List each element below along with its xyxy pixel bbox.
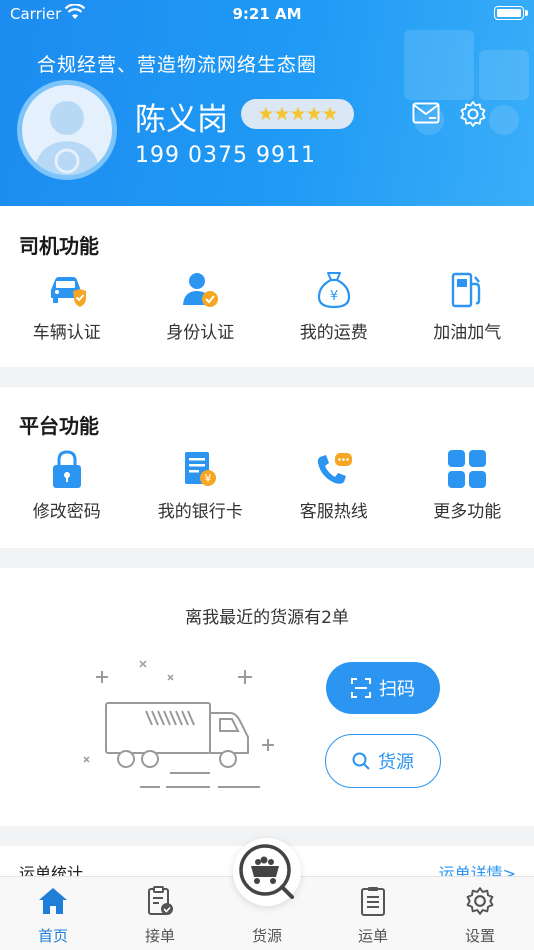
identity-verify-icon <box>183 273 219 307</box>
vehicle-verify-button[interactable]: 车辆认证 <box>0 268 134 343</box>
phone-chat-icon <box>317 453 352 484</box>
clock: 9:21 AM <box>232 5 302 23</box>
tab-settings-label: 设置 <box>464 927 495 945</box>
car-verify-icon <box>50 277 86 307</box>
tab-accept-order[interactable]: 接单 <box>125 885 195 946</box>
tab-home[interactable]: 首页 <box>18 885 88 946</box>
platform-functions-row: 修改密码 ¥ 我的银行卡 客服热线 更多功能 <box>0 447 534 522</box>
cargo-source-center-button[interactable] <box>233 838 301 906</box>
more-functions-label: 更多功能 <box>433 502 502 522</box>
vehicle-verify-label: 车辆认证 <box>32 323 101 343</box>
driver-functions-card: 司机功能 车辆认证 身份认证 ¥ 我的运费 加油加气 <box>0 206 534 367</box>
tab-settings[interactable]: 设置 <box>445 885 515 946</box>
grid-icon <box>448 450 487 488</box>
identity-verify-label: 身份认证 <box>166 323 235 343</box>
svg-text:¥: ¥ <box>205 472 212 485</box>
fuel-label: 加油加气 <box>433 323 502 343</box>
lock-icon <box>52 450 81 488</box>
driver-phone: 199 0375 9911 <box>135 143 316 168</box>
slogan: 合规经营、营造物流网络生态圈 <box>37 54 318 76</box>
money-bag-icon: ¥ <box>317 272 350 309</box>
message-icon[interactable] <box>412 102 440 124</box>
rating-stars: ★★★★★ <box>241 99 354 129</box>
scan-icon <box>351 678 371 698</box>
bank-card-button[interactable]: ¥ 我的银行卡 <box>134 447 268 522</box>
platform-functions-card: 平台功能 修改密码 ¥ 我的银行卡 客服热线 更多功能 <box>0 387 534 548</box>
my-freight-label: 我的运费 <box>299 323 368 343</box>
delivery-truck-illustration-icon <box>83 660 274 788</box>
gear-icon <box>466 887 494 915</box>
change-password-button[interactable]: 修改密码 <box>0 447 134 522</box>
fuel-button[interactable]: 加油加气 <box>401 268 534 343</box>
scan-button-label: 扫码 <box>379 679 415 700</box>
platform-functions-title: 平台功能 <box>19 414 99 438</box>
identity-verify-button[interactable]: 身份认证 <box>134 268 268 343</box>
driver-name: 陈义岗 <box>135 102 228 138</box>
status-bar: Carrier 9:21 AM <box>0 0 534 28</box>
driver-functions-row: 车辆认证 身份认证 ¥ 我的运费 加油加气 <box>0 268 534 343</box>
find-source-button[interactable]: 货源 <box>325 734 441 788</box>
home-icon <box>39 888 67 914</box>
battery-icon <box>494 6 524 20</box>
tab-accept-order-label: 接单 <box>144 927 175 945</box>
more-functions-button[interactable]: 更多功能 <box>401 447 534 522</box>
tab-waybill-label: 运单 <box>357 927 388 945</box>
bank-card-label: 我的银行卡 <box>157 502 243 522</box>
driver-functions-title: 司机功能 <box>19 234 99 258</box>
settings-gear-icon[interactable] <box>459 100 487 128</box>
bank-card-icon: ¥ <box>185 452 217 486</box>
tab-cargo-source-label: 货源 <box>251 927 282 945</box>
search-icon <box>352 752 370 770</box>
customer-hotline-label: 客服热线 <box>299 502 368 522</box>
tab-home-label: 首页 <box>37 927 68 945</box>
profile-header: Carrier 9:21 AM 合规经营、营造物流网络生态圈 陈义岗 ★★★★★… <box>0 0 534 206</box>
svg-text:¥: ¥ <box>330 289 338 304</box>
my-freight-button[interactable]: ¥ 我的运费 <box>267 268 401 343</box>
avatar[interactable] <box>17 80 117 180</box>
waybill-list-icon <box>361 887 385 916</box>
change-password-label: 修改密码 <box>32 502 101 522</box>
find-source-label: 货源 <box>378 752 414 773</box>
clipboard-check-icon <box>148 886 173 915</box>
nearby-source-text: 离我最近的货源有2单 <box>185 608 349 628</box>
customer-hotline-button[interactable]: 客服热线 <box>267 447 401 522</box>
truck-watermark-icon <box>404 30 529 135</box>
cargo-search-icon <box>239 844 294 899</box>
tab-waybill[interactable]: 运单 <box>338 885 408 946</box>
scan-button[interactable]: 扫码 <box>326 662 440 714</box>
fuel-pump-icon <box>452 272 481 308</box>
driver-avatar-icon <box>34 101 100 175</box>
